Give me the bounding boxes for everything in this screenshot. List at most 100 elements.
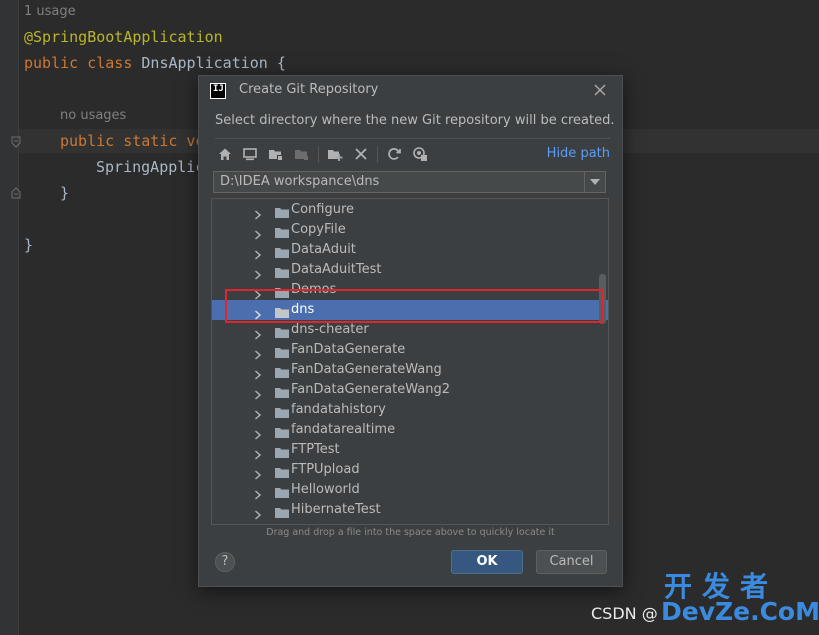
tree-row-label: dns-cheater [291, 322, 369, 337]
module-folder-icon[interactable] [294, 146, 310, 162]
code-inner-brace[interactable]: } [60, 184, 69, 202]
tree-row[interactable]: HibernateTest [212, 500, 608, 520]
code-annotation-line[interactable]: @SpringBootApplication [24, 28, 223, 46]
watermark-site: DevZe.CoM [661, 597, 819, 626]
tree-row[interactable]: fandatarealtime [212, 420, 608, 440]
chevron-right-icon[interactable] [254, 405, 262, 420]
dialog-title: Create Git Repository [239, 82, 379, 97]
chevron-down-icon [590, 179, 600, 185]
delete-icon[interactable] [353, 146, 369, 162]
home-icon[interactable] [217, 146, 233, 162]
chevron-right-icon[interactable] [254, 265, 262, 280]
path-combobox[interactable]: D:\IDEA workspance\dns [213, 171, 606, 193]
tree-row-label: FanDataGenerateWang [291, 362, 442, 377]
fold-end-icon[interactable] [11, 187, 21, 199]
tree-row[interactable]: DataAduitTest [212, 260, 608, 280]
cancel-button[interactable]: Cancel [536, 550, 607, 574]
path-input-value[interactable]: D:\IDEA workspance\dns [220, 174, 379, 189]
chevron-right-icon[interactable] [254, 225, 262, 240]
new-folder-icon[interactable] [327, 146, 343, 162]
tree-row-label: FanDataGenerate [291, 342, 406, 357]
chevron-right-icon[interactable] [254, 465, 262, 480]
folder-icon [274, 344, 290, 358]
tree-row[interactable]: Configure [212, 200, 608, 220]
tree-row[interactable]: FanDataGenerate [212, 340, 608, 360]
chevron-right-icon[interactable] [254, 505, 262, 520]
tree-row-label: Helloworld [291, 482, 360, 497]
watermark-csdn: CSDN @ [591, 604, 658, 623]
folder-icon [274, 404, 290, 418]
intellij-logo-icon: IJ [210, 83, 226, 99]
method-keywords: public static vo [60, 132, 205, 150]
refresh-icon[interactable] [386, 146, 402, 162]
ok-button[interactable]: OK [451, 550, 523, 574]
folder-icon [274, 384, 290, 398]
show-hidden-icon[interactable] [412, 146, 428, 162]
chevron-right-icon[interactable] [254, 385, 262, 400]
hide-path-link[interactable]: Hide path [547, 146, 610, 161]
fold-marker-icon[interactable] [11, 136, 21, 148]
chevron-right-icon[interactable] [254, 445, 262, 460]
tree-row[interactable]: FTPTest [212, 440, 608, 460]
tree-row[interactable]: dns-cheater [212, 320, 608, 340]
class-keywords: public class [24, 54, 133, 72]
class-name: DnsApplication { [132, 54, 286, 72]
code-call-line[interactable]: SpringApplic [96, 158, 204, 176]
tree-row-label: fandatahistory [291, 402, 386, 417]
tree-row-label: fandatarealtime [291, 422, 396, 437]
call-text: SpringApplic [96, 158, 205, 176]
tree-row-label: DataAduitTest [291, 262, 382, 277]
divider [215, 138, 610, 139]
close-button[interactable] [592, 82, 608, 98]
tree-row[interactable]: CopyFile [212, 220, 608, 240]
directory-tree[interactable]: HibernateTest Helloworld FTPUpload FTPTest f… [211, 198, 609, 525]
gutter-divider [18, 0, 19, 635]
chevron-right-icon[interactable] [254, 425, 262, 440]
chevron-right-icon[interactable] [254, 365, 262, 380]
toolbar-separator [377, 146, 378, 163]
create-git-repository-dialog: IJ Create Git Repository Select director… [198, 75, 623, 587]
tree-row-label: Configure [291, 202, 355, 217]
file-chooser-toolbar: Hide path [215, 144, 610, 164]
folder-icon [274, 424, 290, 438]
usage-hint[interactable]: 1 usage [24, 4, 76, 19]
logo-text: IJ [213, 84, 224, 94]
project-folder-icon[interactable] [268, 146, 284, 162]
toolbar-separator [318, 146, 319, 163]
folder-icon [274, 264, 290, 278]
drag-drop-hint: Drag and drop a file into the space abov… [266, 527, 555, 538]
folder-icon [274, 444, 290, 458]
folder-icon [274, 484, 290, 498]
code-class-line[interactable]: public class DnsApplication { [24, 54, 286, 72]
chevron-right-icon[interactable] [254, 485, 262, 500]
tree-row-label: FTPTest [291, 442, 340, 457]
folder-icon [274, 364, 290, 378]
tree-row-label: FTPUpload [291, 462, 360, 477]
code-method-line[interactable]: public static vo [60, 132, 205, 150]
folder-icon [274, 244, 290, 258]
annotation-text: @SpringBootApplication [24, 28, 223, 46]
tree-row[interactable]: DataAduit [212, 240, 608, 260]
editor-gutter [0, 0, 18, 635]
dialog-description: Select directory where the new Git repos… [215, 113, 615, 128]
path-dropdown-button[interactable] [584, 172, 605, 192]
tree-row-label: DataAduit [291, 242, 356, 257]
tree-row[interactable]: Helloworld [212, 480, 608, 500]
tree-row[interactable]: fandatahistory [212, 400, 608, 420]
desktop-icon[interactable] [242, 146, 258, 162]
help-button[interactable]: ? [215, 552, 235, 572]
tree-row-label: HibernateTest [291, 502, 381, 517]
chevron-right-icon[interactable] [254, 245, 262, 260]
highlight-annotation-box [225, 289, 604, 323]
code-outer-brace[interactable]: } [24, 236, 33, 254]
chevron-right-icon[interactable] [254, 205, 262, 220]
chevron-right-icon[interactable] [254, 345, 262, 360]
folder-icon [274, 224, 290, 238]
tree-row[interactable]: FanDataGenerateWang [212, 360, 608, 380]
folder-icon [274, 204, 290, 218]
no-usages-hint[interactable]: no usages [60, 108, 126, 123]
folder-icon [274, 324, 290, 338]
tree-row[interactable]: FTPUpload [212, 460, 608, 480]
tree-row[interactable]: FanDataGenerateWang2 [212, 380, 608, 400]
chevron-right-icon[interactable] [254, 325, 262, 340]
